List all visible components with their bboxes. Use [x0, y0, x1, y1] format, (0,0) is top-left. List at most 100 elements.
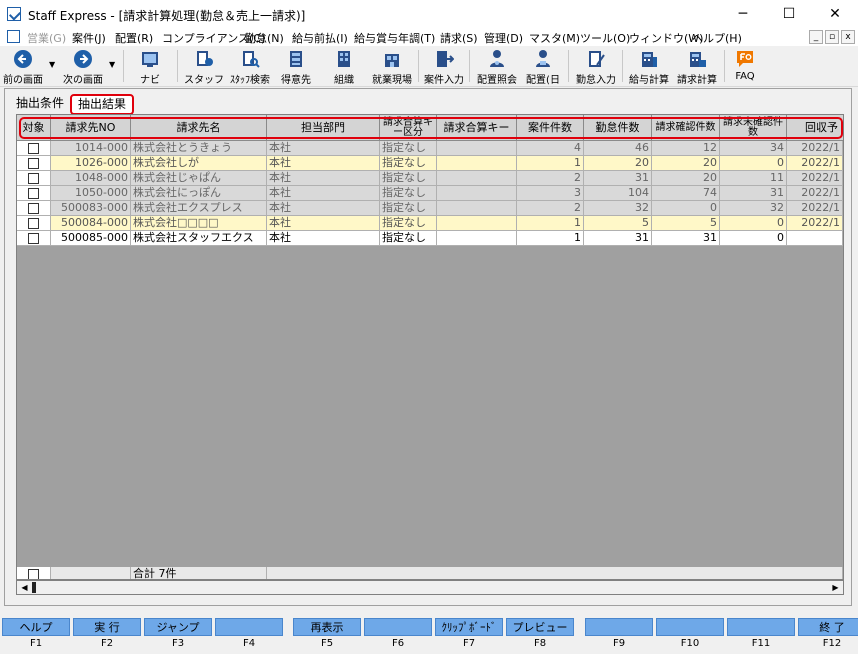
forward-dropdown-icon[interactable]: ▼ [109, 60, 115, 69]
faq-button[interactable]: FAQ [728, 46, 762, 86]
checkbox-cell[interactable] [17, 231, 51, 246]
fkey-button-f11[interactable] [727, 618, 795, 636]
table-row[interactable]: 1048-000 株式会社じゃぱん 本社 指定なし 2 31 20 11 2022/1 [17, 171, 843, 186]
table-row[interactable]: 500084-000 株式会社□□□□ 本社 指定なし 1 5 5 0 2022/1 [17, 216, 843, 231]
row-checkbox[interactable] [28, 232, 39, 244]
col-header-unconfirmed[interactable]: 請求未確認件数 [720, 115, 787, 141]
col-header-key-type[interactable]: 請求合算キー区分 [380, 115, 437, 141]
col-header-collection[interactable]: 回収予 [787, 115, 843, 141]
menu-admin[interactable]: 管理(D) [484, 30, 523, 46]
billing-name-cell: 株式会社しが [131, 156, 267, 171]
checkbox-cell[interactable] [17, 201, 51, 216]
menu-payroll[interactable]: 給与賞与年調(T) [354, 30, 435, 46]
col-header-key[interactable]: 請求合算キー [437, 115, 517, 141]
total-row: 合計 7件 [17, 567, 843, 579]
select-all-checkbox[interactable] [28, 568, 39, 579]
fkey-button-f4[interactable] [215, 618, 283, 636]
forward-button[interactable]: 次の画面 [60, 46, 106, 86]
menu-placement[interactable]: 配置(R) [115, 30, 153, 46]
table-row[interactable]: 1014-000 株式会社とうきょう 本社 指定なし 4 46 12 34 2022/1 [17, 141, 843, 156]
case-input-icon [437, 51, 454, 67]
row-checkbox[interactable] [28, 217, 39, 229]
fkey-button-f7[interactable]: ｸﾘｯﾌﾟﾎﾞｰﾄﾞ [435, 618, 503, 636]
case-input-button[interactable]: 案件入力 [422, 46, 466, 86]
placement-day-button[interactable]: 配置(日 [522, 46, 564, 86]
col-header-billing-name[interactable]: 請求先名 [131, 115, 267, 141]
customer-icon [290, 51, 302, 67]
toolbar-separator [123, 50, 124, 82]
fkey-button-f10[interactable] [656, 618, 724, 636]
row-checkbox[interactable] [28, 172, 39, 184]
close-button[interactable]: ✕ [812, 0, 858, 28]
billing-calc-button[interactable]: 請求計算 [674, 46, 720, 86]
fkey-button-f1[interactable]: ヘルプ [2, 618, 70, 636]
fkey-button-f3[interactable]: ジャンプ [144, 618, 212, 636]
mdi-close-button[interactable]: x [841, 30, 855, 44]
table-row[interactable]: 1050-000 株式会社にっぽん 本社 指定なし 3 104 74 31 2022/1 [17, 186, 843, 201]
menu-tools[interactable]: ツール(O) [580, 30, 630, 46]
menu-cases[interactable]: 案件(J) [72, 30, 106, 46]
row-checkbox[interactable] [28, 157, 39, 169]
tab-conditions[interactable]: 抽出条件 [16, 94, 64, 111]
table-row[interactable]: 1026-000 株式会社しが 本社 指定なし 1 20 20 0 2022/1 [17, 156, 843, 171]
key-cell [437, 156, 517, 171]
fkey-button-f12[interactable]: 終 了 [798, 618, 858, 636]
row-checkbox[interactable] [28, 202, 39, 214]
fkey-label: F2 [100, 638, 114, 649]
menu-sales[interactable]: 営業(G) [27, 30, 66, 46]
attendance-input-button[interactable]: 勤怠入力 [573, 46, 619, 86]
maximize-button[interactable]: ☐ [766, 0, 812, 28]
menu-prepay[interactable]: 給与前払(I) [292, 30, 348, 46]
row-checkbox[interactable] [28, 142, 39, 154]
back-button[interactable]: 前の画面 [2, 46, 44, 86]
fkey-button-f8[interactable]: プレビュー [506, 618, 574, 636]
navi-button[interactable]: ナビ [130, 46, 170, 86]
fkey-button-f6[interactable] [364, 618, 432, 636]
select-all-checkbox-cell[interactable] [17, 567, 51, 579]
fkey-button-f5[interactable]: 再表示 [293, 618, 361, 636]
customer-button[interactable]: 得意先 [276, 46, 316, 86]
table-row[interactable]: 500083-000 株式会社エクスプレス 本社 指定なし 2 32 0 32 2022/1 [17, 201, 843, 216]
minimize-button[interactable]: ─ [720, 0, 766, 28]
staff-button[interactable]: スタッフ [184, 46, 224, 86]
fkey-button-f9[interactable] [585, 618, 653, 636]
menu-master[interactable]: マスタ(M) [529, 30, 580, 46]
organization-button[interactable]: 組織 [324, 46, 364, 86]
col-header-attendance[interactable]: 勤怠件数 [584, 115, 652, 141]
row-checkbox[interactable] [28, 187, 39, 199]
checkbox-cell[interactable] [17, 216, 51, 231]
department-cell: 本社 [267, 231, 380, 246]
mdi-restore-button[interactable]: ▫ [825, 30, 839, 44]
horizontal-scrollbar[interactable]: ◀ ▶ [16, 580, 844, 595]
scroll-left-icon[interactable]: ◀ [17, 581, 32, 594]
col-header-billing-no[interactable]: 請求先NO [51, 115, 131, 141]
col-header-cases[interactable]: 案件件数 [517, 115, 584, 141]
checkbox-cell[interactable] [17, 156, 51, 171]
payroll-calc-button[interactable]: 給与計算 [626, 46, 672, 86]
col-header-confirmed[interactable]: 請求確認件数 [652, 115, 720, 141]
fkey-button-f2[interactable]: 実 行 [73, 618, 141, 636]
checkbox-cell[interactable] [17, 141, 51, 156]
back-dropdown-icon[interactable]: ▼ [49, 60, 55, 69]
staff-search-button[interactable]: ｽﾀｯﾌ検索 [228, 46, 272, 86]
checkbox-cell[interactable] [17, 186, 51, 201]
mdi-minimize-button[interactable]: _ [809, 30, 823, 44]
placement-day-icon [536, 50, 550, 67]
menu-billing[interactable]: 請求(S) [440, 30, 478, 46]
menu-help[interactable]: ヘルプ(H) [692, 30, 742, 46]
table-row[interactable]: 500085-000 株式会社スタッフエクス 本社 指定なし 1 31 31 0 [17, 231, 843, 246]
checkbox-cell[interactable] [17, 171, 51, 186]
scroll-thumb[interactable] [32, 582, 36, 593]
tab-results[interactable]: 抽出結果 [70, 94, 134, 115]
col-header-target[interactable]: 対象 [17, 115, 51, 141]
scroll-right-icon[interactable]: ▶ [828, 581, 843, 594]
toolbar-separator [622, 50, 623, 82]
menu-attendance[interactable]: 勤怠(N) [245, 30, 284, 46]
billing-no-cell: 1026-000 [51, 156, 131, 171]
billing-no-cell: 500083-000 [51, 201, 131, 216]
attendance-cell: 5 [584, 216, 652, 231]
placement-inquiry-button[interactable]: 配置照会 [474, 46, 520, 86]
total-spacer [267, 567, 843, 579]
worksite-button[interactable]: 就業現場 [370, 46, 414, 86]
col-header-department[interactable]: 担当部門 [267, 115, 380, 141]
